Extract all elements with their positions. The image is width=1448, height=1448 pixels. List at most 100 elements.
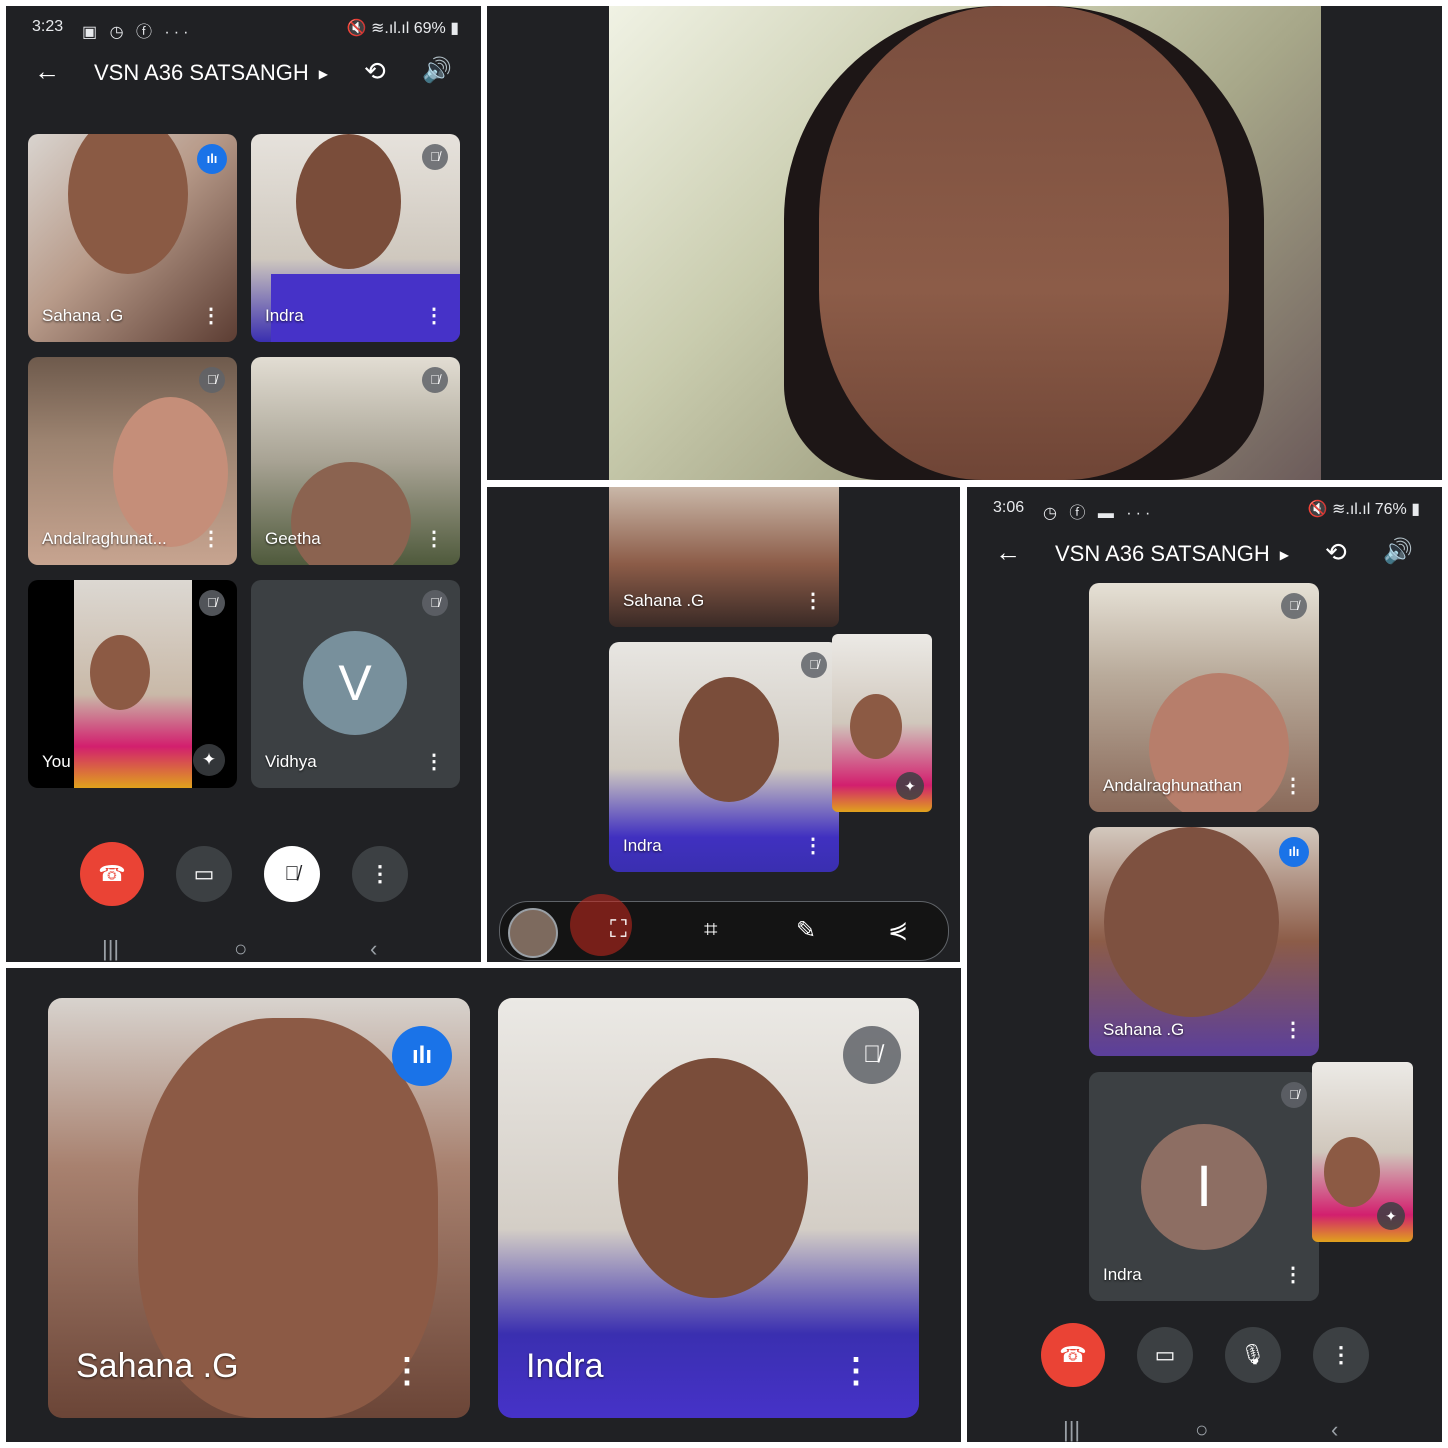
avatar: I: [1141, 1124, 1267, 1250]
more-options-button[interactable]: ⋮: [352, 846, 408, 902]
avatar-initial: V: [338, 655, 372, 711]
participant-name: You: [42, 752, 71, 771]
mic-off-icon: 🎙̸: [199, 590, 225, 616]
more-vertical-icon[interactable]: ⋮: [424, 529, 444, 549]
participant-tile-sahana[interactable]: ılı Sahana .G ⋮: [48, 998, 470, 1418]
camera-switch-icon[interactable]: ⟲: [364, 56, 386, 87]
meeting-title-text: VSN A36 SATSANGH: [94, 60, 309, 85]
system-nav-bar: ||| ○ ‹: [6, 936, 481, 962]
participant-tile-sahana[interactable]: Sahana .G ⋮: [609, 487, 839, 627]
participant-tile-andalraghunathan[interactable]: 🎙̸ Andalraghunathan ⋮: [1089, 583, 1319, 812]
participant-tile-indra[interactable]: I 🎙̸ Indra ⋮: [1089, 1072, 1319, 1301]
status-right: 🔇 ≋.ıl.ıl 69% ▮: [346, 20, 459, 37]
end-call-button[interactable]: ☎: [1041, 1323, 1105, 1387]
screenshot-toolbar: ⛶ ⌗ ✎ ⋞: [499, 894, 949, 961]
more-options-button[interactable]: ⋮: [1313, 1327, 1369, 1383]
participant-tile-indra[interactable]: 🎙̸ Indra ⋮: [251, 134, 460, 342]
back-arrow-icon[interactable]: ←: [34, 56, 60, 87]
more-vertical-icon[interactable]: ⋮: [839, 1354, 873, 1388]
back-nav-button[interactable]: ‹: [1331, 1417, 1338, 1442]
more-vertical-icon[interactable]: ⋮: [1283, 1020, 1303, 1040]
more-vertical-icon[interactable]: ⋮: [1283, 776, 1303, 796]
notification-icons: ▣ ◷ ⓕ ···: [82, 24, 193, 41]
speaker-icon[interactable]: 🔊: [1383, 537, 1413, 566]
video-feed: [679, 677, 779, 802]
recents-nav-button[interactable]: |||: [1063, 1417, 1080, 1442]
face: [819, 6, 1229, 480]
sparkle-icon[interactable]: ✦: [1377, 1202, 1405, 1230]
participant-name: Sahana .G: [623, 591, 705, 610]
video-feed: [1104, 827, 1279, 1017]
recents-nav-button[interactable]: |||: [102, 936, 119, 962]
self-view-tile[interactable]: ✦: [832, 634, 932, 812]
meet-screen-grid: 3:23 ▣ ◷ ⓕ ··· 🔇 ≋.ıl.ıl 69% ▮ ← VSN A36…: [6, 6, 481, 962]
audio-level-icon: ılı: [197, 144, 227, 174]
meet-screen-sidebar: 3:06 ◷ ⓕ ▬ ··· 🔇 ≋.ıl.ıl 76% ▮ ← VSN A36…: [967, 487, 1442, 1442]
self-view-tile[interactable]: ✦: [1312, 1062, 1413, 1242]
camera-toggle-button[interactable]: ▭: [1137, 1327, 1193, 1383]
back-nav-button[interactable]: ‹: [370, 936, 377, 962]
more-vertical-icon[interactable]: ⋮: [424, 752, 444, 772]
crop-icon[interactable]: ⌗: [704, 916, 718, 944]
audio-level-icon: ılı: [1279, 837, 1309, 867]
avatar: V: [303, 631, 407, 735]
system-nav-bar: ||| ○ ‹: [967, 1417, 1442, 1442]
status-time: 3:06: [993, 499, 1025, 516]
camera-toggle-button[interactable]: ▭: [176, 846, 232, 902]
more-vertical-icon[interactable]: ⋮: [803, 591, 823, 611]
mic-off-icon: 🎙̸: [1281, 1082, 1307, 1108]
video-feed: [618, 1058, 808, 1298]
mic-toggle-button[interactable]: 🎙: [1225, 1327, 1281, 1383]
avatar-initial: I: [1195, 1154, 1213, 1219]
pencil-icon[interactable]: ✎: [796, 916, 816, 945]
participant-name: Vidhya: [265, 752, 317, 771]
more-vertical-icon[interactable]: ⋮: [803, 836, 823, 856]
participant-tile-sahana[interactable]: ılı Sahana .G ⋮: [1089, 827, 1319, 1056]
scroll-capture-icon[interactable]: ⛶: [610, 916, 627, 944]
home-nav-button[interactable]: ○: [234, 936, 247, 962]
status-time: 3:23: [32, 18, 64, 35]
participant-name: Indra: [623, 836, 662, 855]
participant-name: Andalraghunathan: [1103, 776, 1242, 795]
participant-tile-indra[interactable]: 🎙̸ Indra ⋮: [498, 998, 919, 1418]
participant-name: Sahana .G: [76, 1347, 239, 1385]
meeting-title[interactable]: VSN A36 SATSANGH ▶: [1055, 541, 1289, 567]
participant-tile-sahana[interactable]: ılı Sahana .G ⋮: [28, 134, 237, 342]
more-vertical-icon[interactable]: ⋮: [424, 306, 444, 326]
more-vertical-icon[interactable]: ⋮: [1283, 1265, 1303, 1285]
mic-off-icon: 🎙̸: [199, 367, 225, 393]
share-icon[interactable]: ⋞: [888, 916, 908, 945]
screenshot-thumbnail[interactable]: [508, 908, 558, 958]
more-vertical-icon[interactable]: ⋮: [201, 529, 221, 549]
mic-off-icon: 🎙̸: [843, 1026, 901, 1084]
meeting-title[interactable]: VSN A36 SATSANGH ▶: [94, 60, 328, 86]
participant-tile-you[interactable]: 🎙̸ You ✦: [28, 580, 237, 788]
home-nav-button[interactable]: ○: [1195, 1417, 1208, 1442]
mic-toggle-button[interactable]: 🎙̸: [264, 846, 320, 902]
meeting-app-bar: ← VSN A36 SATSANGH ▶ ⟲ 🔊: [967, 527, 1442, 583]
mic-off-icon: 🎙̸: [801, 652, 827, 678]
end-call-button[interactable]: ☎: [80, 842, 144, 906]
participant-tile-indra[interactable]: 🎙̸ Indra ⋮: [609, 642, 839, 872]
participant-tile-geetha[interactable]: 🎙̸ Geetha ⋮: [251, 357, 460, 565]
more-vertical-icon[interactable]: ⋮: [390, 1354, 424, 1388]
participant-name: Sahana .G: [42, 306, 124, 325]
video-feed: [113, 397, 228, 547]
two-participant-view: ılı Sahana .G ⋮ 🎙̸ Indra ⋮: [6, 968, 961, 1442]
speaker-icon[interactable]: 🔊: [422, 56, 452, 85]
mic-off-icon: 🎙̸: [1281, 593, 1307, 619]
audio-level-icon: ılı: [392, 1026, 452, 1086]
sparkle-icon[interactable]: ✦: [193, 744, 225, 776]
participant-name: Sahana .G: [1103, 1020, 1185, 1039]
participant-tile-vidhya[interactable]: V 🎙̸ Vidhya ⋮: [251, 580, 460, 788]
participant-name: Indra: [265, 306, 304, 325]
more-vertical-icon[interactable]: ⋮: [201, 306, 221, 326]
self-face: [90, 635, 150, 710]
back-arrow-icon[interactable]: ←: [995, 537, 1021, 568]
meeting-app-bar: ← VSN A36 SATSANGH ▶ ⟲ 🔊: [6, 46, 481, 102]
self-face: [1324, 1137, 1380, 1207]
participant-tile-andalraghunathan[interactable]: 🎙̸ Andalraghunat... ⋮: [28, 357, 237, 565]
mic-off-icon: 🎙̸: [422, 144, 448, 170]
sparkle-icon[interactable]: ✦: [896, 772, 924, 800]
camera-switch-icon[interactable]: ⟲: [1325, 537, 1347, 568]
